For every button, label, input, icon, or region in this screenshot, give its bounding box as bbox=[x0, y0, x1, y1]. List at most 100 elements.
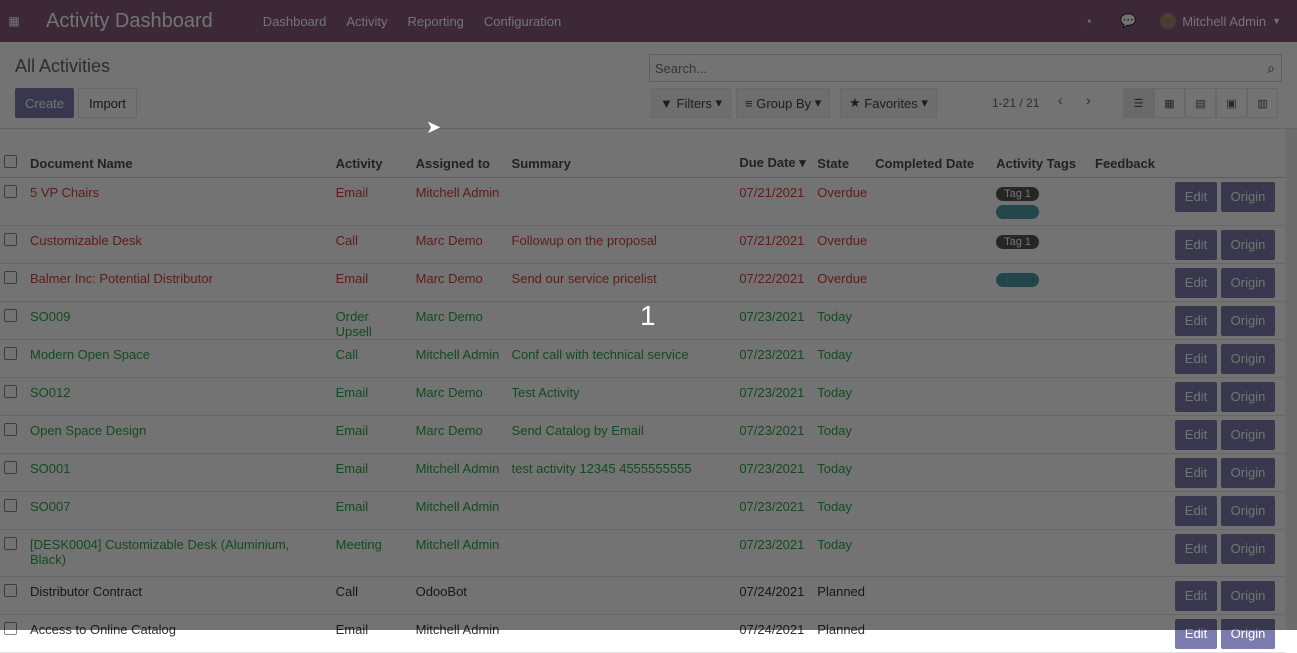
table-row[interactable]: SO012 Email Marc Demo Test Activity 07/23/20… bbox=[0, 377, 1285, 416]
menu-dashboard[interactable]: Dashboard bbox=[263, 14, 327, 29]
list-view-icon[interactable]: ☰ bbox=[1123, 88, 1154, 118]
origin-button[interactable]: Origin bbox=[1220, 580, 1275, 611]
calendar-view-icon[interactable]: ▣ bbox=[1216, 88, 1247, 118]
origin-button[interactable]: Origin bbox=[1220, 229, 1275, 260]
row-checkbox[interactable] bbox=[4, 583, 17, 597]
row-checkbox[interactable] bbox=[4, 460, 17, 474]
table-row[interactable]: Modern Open Space Call Mitchell Admin Conf … bbox=[0, 339, 1285, 378]
col-document-name[interactable]: Document Name bbox=[25, 129, 332, 178]
row-actions-cell: Edit Origin bbox=[1170, 263, 1285, 302]
edit-button[interactable]: Edit bbox=[1174, 533, 1217, 564]
col-state[interactable]: State bbox=[813, 129, 872, 178]
apps-menu-icon[interactable]: ▦ bbox=[0, 0, 28, 42]
menu-reporting[interactable]: Reporting bbox=[408, 14, 464, 29]
edit-button[interactable]: Edit bbox=[1174, 229, 1217, 260]
origin-button[interactable]: Origin bbox=[1220, 495, 1275, 526]
row-checkbox[interactable] bbox=[4, 384, 17, 398]
menu-activity[interactable]: Activity bbox=[346, 14, 387, 29]
activity-tag: Tag 2 bbox=[996, 272, 1040, 287]
origin-button[interactable]: Origin bbox=[1220, 533, 1275, 564]
table-row[interactable]: Open Space Design Email Marc Demo Send Cata… bbox=[0, 415, 1285, 454]
table-row[interactable]: Access to Online Catalog Email Mitchell Ad… bbox=[0, 614, 1285, 653]
origin-button[interactable]: Origin bbox=[1220, 267, 1275, 298]
col-completed-date[interactable]: Completed Date bbox=[871, 129, 993, 178]
feedback-cell bbox=[1091, 177, 1171, 226]
table-row[interactable]: [DESK0004] Customizable Desk (Aluminium,… bbox=[0, 529, 1285, 577]
table-row[interactable]: SO001 Email Mitchell Admin test activity 12… bbox=[0, 453, 1285, 492]
row-checkbox[interactable] bbox=[4, 346, 17, 360]
row-checkbox[interactable] bbox=[4, 621, 17, 635]
origin-button[interactable]: Origin bbox=[1220, 618, 1275, 649]
due-date-cell: 07/21/2021 bbox=[735, 177, 814, 226]
row-checkbox[interactable] bbox=[4, 536, 17, 550]
filters-button[interactable]: ▼ Filters ▾ bbox=[651, 88, 732, 118]
col-activity[interactable]: Activity bbox=[331, 129, 412, 178]
search-input[interactable] bbox=[650, 55, 1240, 81]
col-feedback[interactable]: Feedback bbox=[1091, 129, 1171, 178]
edit-button[interactable]: Edit bbox=[1174, 457, 1217, 488]
completed-date-cell bbox=[871, 263, 993, 302]
row-checkbox[interactable] bbox=[4, 422, 17, 436]
row-checkbox[interactable] bbox=[4, 308, 17, 322]
col-activity-tags[interactable]: Activity Tags bbox=[992, 129, 1092, 178]
origin-button[interactable]: Origin bbox=[1220, 181, 1275, 212]
create-button[interactable]: Create bbox=[15, 88, 75, 118]
table-row[interactable]: Customizable Desk Call Marc Demo Followup o… bbox=[0, 225, 1285, 264]
activity-clock-icon[interactable]: ◔ bbox=[1084, 14, 1092, 29]
tags-cell bbox=[992, 301, 1092, 340]
kanban-view-icon[interactable]: ▦ bbox=[1154, 88, 1185, 118]
edit-button[interactable]: Edit bbox=[1174, 580, 1217, 611]
pager-value[interactable]: 1-21 / 21 bbox=[992, 96, 1039, 110]
col-due-date[interactable]: Due Date ▾ bbox=[735, 129, 814, 178]
messages-icon[interactable]: 💬 bbox=[1120, 13, 1136, 29]
origin-button[interactable]: Origin bbox=[1220, 343, 1275, 374]
assigned-to-cell: Mitchell Admin bbox=[411, 614, 508, 653]
select-all-checkbox[interactable] bbox=[4, 154, 17, 168]
row-checkbox[interactable] bbox=[4, 232, 17, 246]
summary-cell bbox=[507, 491, 736, 530]
table-row[interactable]: Distributor Contract Call OdooBot 07/24/202… bbox=[0, 576, 1285, 615]
group-by-button[interactable]: ≡ Group By ▾ bbox=[736, 88, 831, 118]
state-cell: Overdue bbox=[813, 225, 872, 264]
pager-next-icon[interactable]: › bbox=[1086, 92, 1091, 108]
row-checkbox[interactable] bbox=[4, 498, 17, 512]
edit-button[interactable]: Edit bbox=[1174, 381, 1217, 412]
edit-button[interactable]: Edit bbox=[1174, 267, 1217, 298]
edit-button[interactable]: Edit bbox=[1174, 305, 1217, 336]
row-checkbox-cell bbox=[0, 263, 26, 302]
import-button[interactable]: Import bbox=[78, 88, 137, 118]
pager-previous-icon[interactable]: ‹ bbox=[1058, 92, 1063, 108]
col-summary[interactable]: Summary bbox=[507, 129, 736, 178]
activity-tag: Tag 1 bbox=[996, 234, 1040, 249]
scrollbar[interactable] bbox=[1285, 129, 1297, 630]
graph-view-icon[interactable]: ▥ bbox=[1247, 88, 1278, 118]
table-row[interactable]: 5 VP Chairs Email Mitchell Admin 07/21/2021… bbox=[0, 177, 1285, 226]
menu-configuration[interactable]: Configuration bbox=[484, 14, 561, 29]
origin-button[interactable]: Origin bbox=[1220, 381, 1275, 412]
table-row[interactable]: SO007 Email Mitchell Admin 07/23/2021 Today E… bbox=[0, 491, 1285, 530]
summary-cell bbox=[507, 576, 736, 615]
group-icon: ≡ bbox=[745, 95, 753, 111]
edit-button[interactable]: Edit bbox=[1174, 343, 1217, 374]
user-menu[interactable]: Mitchell Admin ▼ bbox=[1160, 13, 1281, 29]
origin-button[interactable]: Origin bbox=[1220, 419, 1275, 450]
favorites-button[interactable]: ★ Favorites ▾ bbox=[840, 88, 937, 118]
origin-button[interactable]: Origin bbox=[1220, 457, 1275, 488]
origin-button[interactable]: Origin bbox=[1220, 305, 1275, 336]
edit-button[interactable]: Edit bbox=[1174, 618, 1217, 649]
edit-button[interactable]: Edit bbox=[1174, 181, 1217, 212]
row-actions-cell: Edit Origin bbox=[1170, 177, 1285, 226]
edit-button[interactable]: Edit bbox=[1174, 495, 1217, 526]
row-checkbox[interactable] bbox=[4, 184, 17, 198]
row-checkbox[interactable] bbox=[4, 270, 17, 284]
due-date-cell: 07/22/2021 bbox=[735, 263, 814, 302]
main-menu: Dashboard Activity Reporting Configurati… bbox=[253, 14, 571, 29]
row-actions-cell: Edit Origin bbox=[1170, 529, 1285, 577]
summary-cell bbox=[507, 301, 736, 340]
edit-button[interactable]: Edit bbox=[1174, 419, 1217, 450]
document-name-cell: Access to Online Catalog bbox=[25, 614, 332, 653]
pivot-view-icon[interactable]: ▤ bbox=[1185, 88, 1216, 118]
table-row[interactable]: Balmer Inc: Potential Distributor Email Ma… bbox=[0, 263, 1285, 302]
activity-cell: Email bbox=[331, 263, 412, 302]
search-icon[interactable]: ⌕ bbox=[1267, 60, 1275, 77]
